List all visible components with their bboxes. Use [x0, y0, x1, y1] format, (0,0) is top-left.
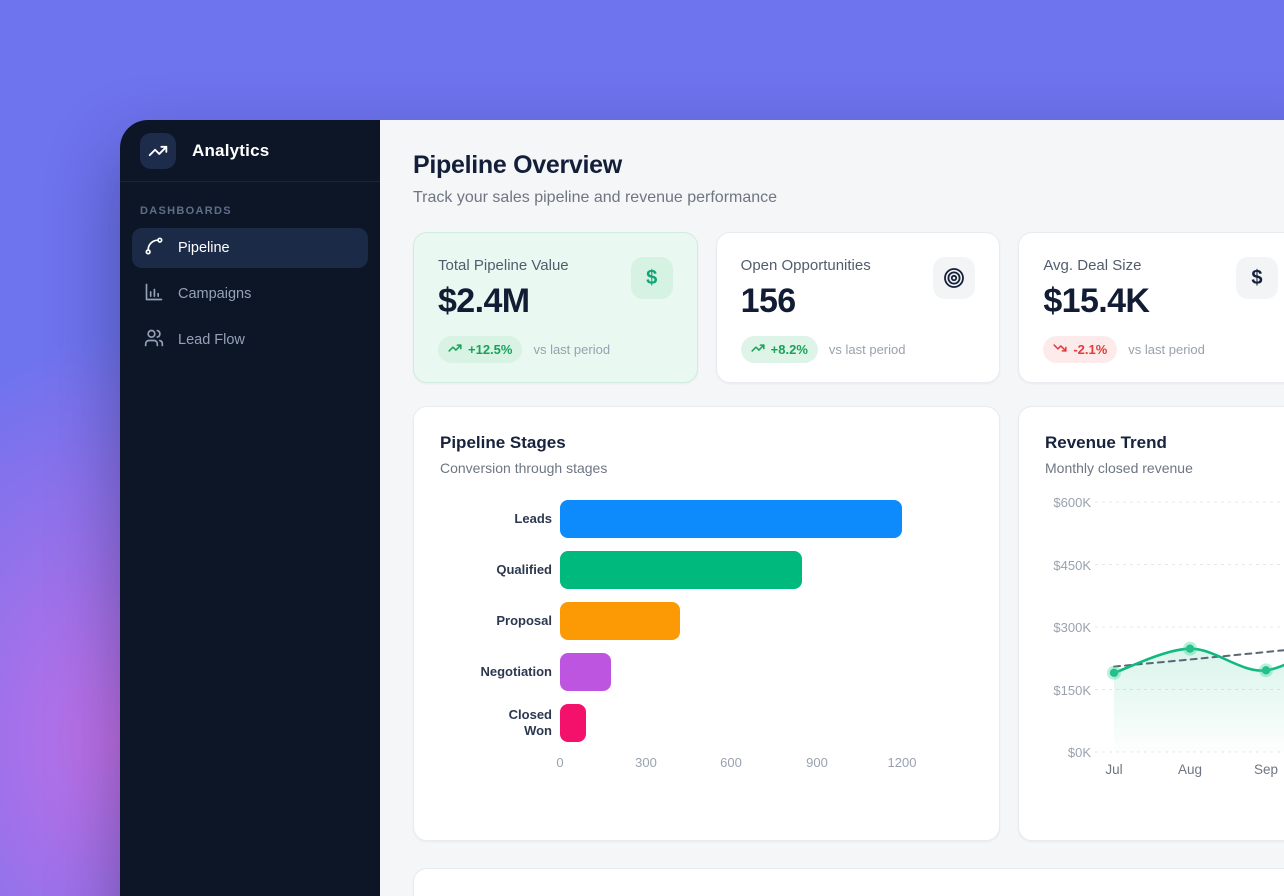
main-content: Pipeline Overview Track your sales pipel… — [380, 120, 1284, 896]
change-value: +8.2% — [771, 342, 808, 357]
chart-subtitle: Conversion through stages — [440, 460, 973, 476]
comparison-note: vs last period — [829, 342, 906, 357]
y-axis-tick: $150K — [1053, 683, 1091, 698]
y-axis-tick: $600K — [1053, 495, 1091, 510]
kpi-grid: Total Pipeline Value $2.4M +12.5% vs las… — [413, 232, 1284, 383]
bar-category-label: Closed Won — [440, 707, 552, 740]
page-title: Pipeline Overview — [413, 151, 1284, 180]
pipeline-stages-card: Pipeline Stages Conversion through stage… — [413, 406, 1000, 841]
bar-row: Proposal — [440, 602, 973, 640]
bar-category-label: Proposal — [440, 613, 552, 629]
bar-qualified[interactable] — [560, 551, 802, 589]
chart-subtitle: Monthly closed revenue — [1045, 460, 1276, 476]
bar-leads[interactable] — [560, 500, 902, 538]
comparison-note: vs last period — [533, 342, 610, 357]
bar-category-label: Negotiation — [440, 664, 552, 680]
bar-proposal[interactable] — [560, 602, 680, 640]
bottom-card-partial — [413, 868, 1284, 896]
kpi-card-open-opportunities[interactable]: Open Opportunities 156 +8.2% vs last per… — [716, 232, 1001, 383]
data-point-aug — [1186, 644, 1194, 652]
bar-category-label: Leads — [440, 511, 552, 527]
line-chart-svg — [1099, 496, 1284, 754]
kpi-footer: +12.5% vs last period — [438, 336, 673, 363]
comparison-note: vs last period — [1128, 342, 1205, 357]
dollar-icon: $ — [1236, 257, 1278, 299]
data-point-jul — [1110, 669, 1118, 677]
sidebar-item-label: Pipeline — [178, 240, 230, 256]
x-axis-tick: 1200 — [888, 755, 917, 770]
bar-track — [560, 602, 973, 640]
x-axis-labels: Jul Aug Sep — [1099, 762, 1284, 782]
bar-row: Leads — [440, 500, 973, 538]
bar-row: Negotiation — [440, 653, 973, 691]
bar-negotiation[interactable] — [560, 653, 611, 691]
chart-title: Revenue Trend — [1045, 433, 1276, 453]
line-plot: Jul Aug Sep — [1099, 496, 1284, 782]
sidebar-item-lead-flow[interactable]: Lead Flow — [132, 320, 368, 360]
charts-row: Pipeline Stages Conversion through stage… — [413, 406, 1284, 841]
bar-chart-x-axis: 0 300 600 900 1200 — [440, 755, 973, 773]
sidebar-item-campaigns[interactable]: Campaigns — [132, 274, 368, 314]
sidebar-item-label: Lead Flow — [178, 332, 245, 348]
x-axis-tick: 900 — [806, 755, 828, 770]
sidebar: Analytics DASHBOARDS Pipeline Campaigns — [120, 120, 380, 896]
app-title: Analytics — [192, 141, 269, 161]
x-axis-ticks: 03006009001200 — [560, 755, 973, 773]
bar-row: Qualified — [440, 551, 973, 589]
y-axis-tick: $450K — [1053, 558, 1091, 573]
change-badge: -2.1% — [1043, 336, 1117, 363]
sidebar-item-label: Campaigns — [178, 286, 251, 302]
sidebar-section-label: DASHBOARDS — [140, 205, 360, 217]
axis-spacer — [440, 755, 560, 773]
trending-up-icon — [140, 133, 176, 169]
route-icon — [144, 236, 164, 260]
bar-closed-won[interactable] — [560, 704, 586, 742]
x-axis-tick: Sep — [1254, 762, 1278, 777]
data-point-sep — [1262, 666, 1270, 674]
sidebar-nav: Pipeline Campaigns Lead Flow — [120, 228, 380, 366]
kpi-footer: +8.2% vs last period — [741, 336, 976, 363]
sidebar-item-pipeline[interactable]: Pipeline — [132, 228, 368, 268]
trending-down-icon — [1053, 341, 1067, 358]
trending-up-icon — [448, 341, 462, 358]
y-axis-tick: $300K — [1053, 620, 1091, 635]
revenue-trend-line-chart: $600K $450K $300K $150K $0K Jul Aug Sep — [1045, 496, 1276, 782]
y-axis-labels: $600K $450K $300K $150K $0K — [1045, 496, 1091, 758]
x-axis-tick: Jul — [1105, 762, 1122, 777]
dollar-icon: $ — [631, 257, 673, 299]
x-axis-tick: 0 — [556, 755, 563, 770]
y-axis-tick: $0K — [1068, 745, 1091, 760]
page-subtitle: Track your sales pipeline and revenue pe… — [413, 189, 1284, 207]
x-axis-tick: 600 — [720, 755, 742, 770]
bar-track — [560, 704, 973, 742]
change-badge: +8.2% — [741, 336, 818, 363]
kpi-footer: -2.1% vs last period — [1043, 336, 1278, 363]
bar-track — [560, 500, 973, 538]
pipeline-stages-bar-chart: Leads Qualified Proposal Negotiation Closed … — [440, 500, 973, 742]
kpi-card-total-pipeline-value[interactable]: Total Pipeline Value $2.4M +12.5% vs las… — [413, 232, 698, 383]
revenue-trend-card: Revenue Trend Monthly closed revenue $60… — [1018, 406, 1284, 841]
x-axis-tick: Aug — [1178, 762, 1202, 777]
trending-up-icon — [751, 341, 765, 358]
change-value: +12.5% — [468, 342, 512, 357]
bar-category-label: Qualified — [440, 562, 552, 578]
change-value: -2.1% — [1073, 342, 1107, 357]
users-icon — [144, 328, 164, 352]
x-axis-tick: 300 — [635, 755, 657, 770]
bar-track — [560, 653, 973, 691]
chart-title: Pipeline Stages — [440, 433, 973, 453]
target-icon — [933, 257, 975, 299]
kpi-card-avg-deal-size[interactable]: Avg. Deal Size $15.4K -2.1% vs last peri… — [1018, 232, 1284, 383]
bar-chart-icon — [144, 282, 164, 306]
bar-track — [560, 551, 973, 589]
change-badge: +12.5% — [438, 336, 522, 363]
logo-row: Analytics — [120, 120, 380, 182]
bar-row: Closed Won — [440, 704, 973, 742]
app-window: Analytics DASHBOARDS Pipeline Campaigns — [120, 120, 1284, 896]
